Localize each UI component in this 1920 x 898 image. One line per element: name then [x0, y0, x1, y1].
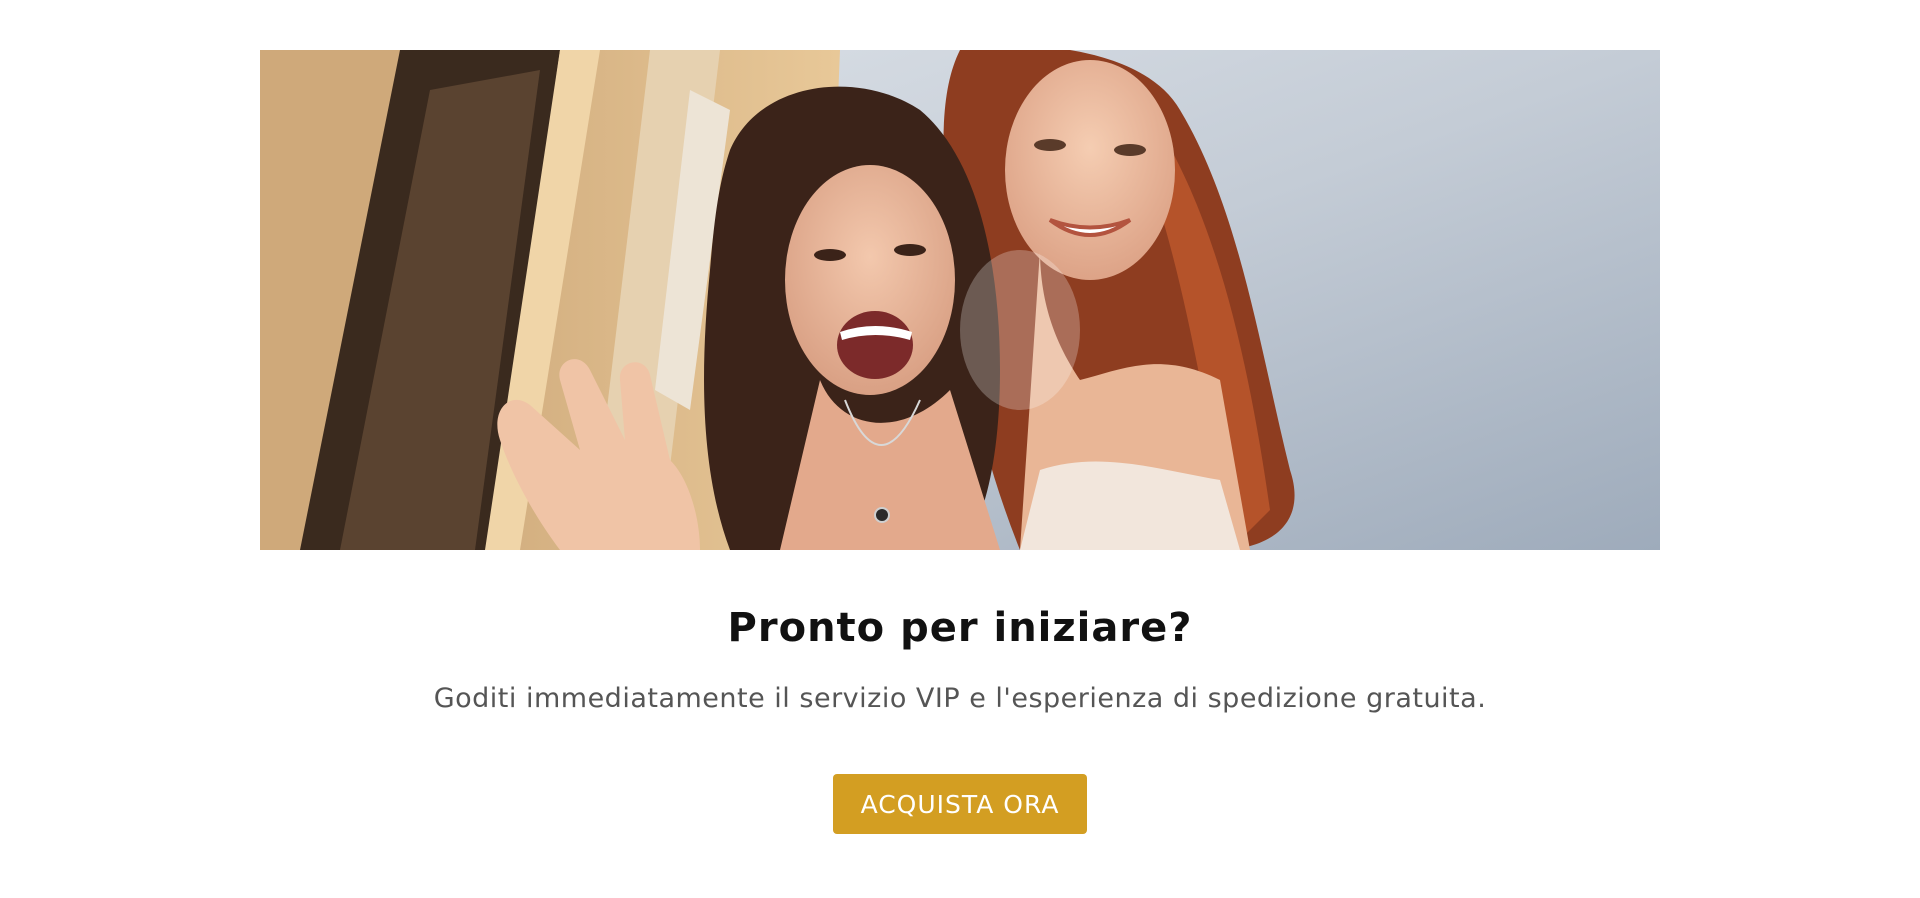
promo-subtext: Goditi immediatamente il servizio VIP e …: [433, 683, 1487, 714]
hero-image: [260, 50, 1660, 550]
promo-page: Pronto per iniziare? Goditi immediatamen…: [0, 0, 1920, 898]
page-title: Pronto per iniziare?: [727, 605, 1193, 651]
photo-two-smiling-women-icon: [260, 50, 1660, 550]
buy-now-button[interactable]: ACQUISTA ORA: [833, 774, 1087, 834]
